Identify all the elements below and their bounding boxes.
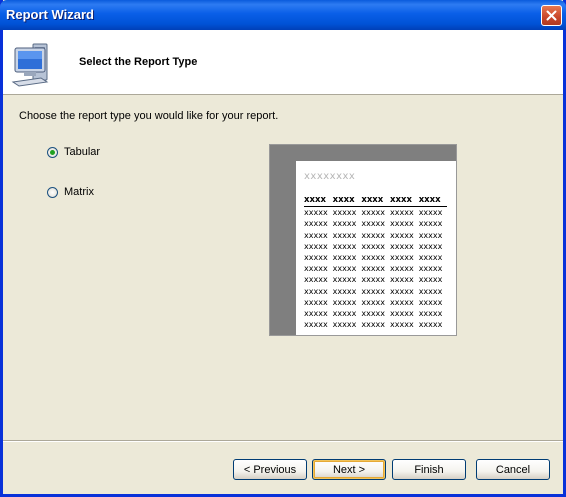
- preview-cell: xxxxx: [418, 241, 443, 251]
- preview-row: xxxxx xxxxx xxxxx xxxxx xxxxx: [304, 218, 447, 229]
- report-preview: xxxxxxxx xxxx xxxx xxxx xxxx xxxx xxxxx x…: [269, 144, 457, 336]
- radio-tabular[interactable]: Tabular: [47, 146, 100, 158]
- preview-cell: xxxxx: [418, 219, 443, 229]
- window-title: Report Wizard: [6, 7, 94, 22]
- preview-cell: xxxxx: [390, 241, 414, 251]
- preview-cell: xxxxx: [332, 309, 357, 319]
- preview-cell: xxxxx: [361, 320, 386, 330]
- preview-title: xxxxxxxx: [304, 171, 356, 182]
- preview-header-cell: xxxx: [332, 195, 362, 208]
- radio-label-tabular: Tabular: [64, 146, 101, 158]
- preview-cell: xxxxx: [390, 219, 414, 229]
- radio-button-matrix[interactable]: [47, 186, 58, 198]
- preview-cell: xxxxx: [390, 208, 414, 218]
- radio-matrix[interactable]: Matrix: [47, 186, 94, 198]
- preview-cell: xxxxx: [304, 286, 328, 296]
- preview-cell: xxxxx: [332, 253, 357, 263]
- preview-cell: xxxxx: [418, 264, 443, 274]
- preview-cell: xxxxx: [304, 253, 328, 263]
- radio-label-matrix: Matrix: [64, 186, 94, 198]
- preview-row: xxxxx xxxxx xxxxx xxxxx xxxxx: [304, 274, 447, 285]
- preview-cell: xxxxx: [390, 320, 414, 330]
- computer-monitor-icon: [11, 43, 49, 87]
- preview-row: xxxxx xxxxx xxxxx xxxxx xxxxx: [304, 230, 447, 241]
- preview-cell: xxxxx: [361, 309, 386, 319]
- preview-cell: xxxxx: [361, 230, 386, 240]
- preview-cell: xxxxx: [390, 275, 414, 285]
- preview-cell: xxxxx: [390, 230, 414, 240]
- preview-row: xxxxx xxxxx xxxxx xxxxx xxxxx: [304, 241, 447, 252]
- preview-header-cell: xxxx: [390, 195, 419, 208]
- preview-page: xxxxxxxx xxxx xxxx xxxx xxxx xxxx xxxxx x…: [296, 161, 456, 335]
- preview-cell: xxxxx: [332, 241, 357, 251]
- preview-cell: xxxxx: [418, 297, 443, 307]
- next-button[interactable]: Next >: [312, 459, 386, 480]
- preview-cell: xxxxx: [418, 230, 443, 240]
- preview-cell: xxxxx: [361, 208, 386, 218]
- preview-cell: xxxxx: [390, 286, 414, 296]
- preview-cell: xxxxx: [304, 241, 328, 251]
- preview-cell: xxxxx: [304, 297, 328, 307]
- preview-row: xxxxx xxxxx xxxxx xxxxx xxxxx: [304, 263, 447, 274]
- preview-cell: xxxxx: [361, 275, 386, 285]
- preview-cell: xxxxx: [361, 286, 386, 296]
- preview-cell: xxxxx: [418, 286, 443, 296]
- preview-cell: xxxxx: [390, 297, 414, 307]
- preview-cell: xxxxx: [332, 297, 357, 307]
- preview-cell: xxxxx: [361, 219, 386, 229]
- preview-row: xxxxx xxxxx xxxxx xxxxx xxxxx: [304, 286, 447, 297]
- preview-header-cell: xxxx: [361, 195, 391, 208]
- preview-header-cell: xxxx: [304, 195, 333, 208]
- title-bar[interactable]: Report Wizard: [0, 0, 566, 30]
- preview-cell: xxxxx: [418, 253, 443, 263]
- preview-cell: xxxxx: [418, 208, 443, 218]
- preview-cell: xxxxx: [332, 208, 357, 218]
- preview-cell: xxxxx: [390, 309, 414, 319]
- preview-cell: xxxxx: [304, 208, 328, 218]
- footer-separator: [3, 440, 563, 442]
- preview-cell: xxxxx: [418, 275, 443, 285]
- preview-row: xxxxx xxxxx xxxxx xxxxx xxxxx: [304, 297, 447, 308]
- close-icon: [546, 10, 557, 21]
- radio-button-tabular[interactable]: [47, 146, 58, 158]
- preview-cell: xxxxx: [361, 241, 386, 251]
- preview-cell: xxxxx: [332, 219, 357, 229]
- preview-row: xxxxx xxxxx xxxxx xxxxx xxxxx: [304, 319, 447, 330]
- preview-cell: xxxxx: [418, 309, 443, 319]
- preview-cell: xxxxx: [332, 286, 357, 296]
- previous-button[interactable]: < Previous: [233, 459, 307, 480]
- preview-cell: xxxxx: [304, 309, 328, 319]
- preview-cell: xxxxx: [304, 264, 328, 274]
- preview-cell: xxxxx: [304, 219, 328, 229]
- preview-cell: xxxxx: [361, 253, 386, 263]
- report-wizard-window: Report Wizard Select the Report Type Cho…: [0, 0, 566, 497]
- preview-cell: xxxxx: [304, 320, 328, 330]
- preview-table: xxxx xxxx xxxx xxxx xxxx xxxxx xxxxx xxxxx…: [304, 195, 448, 330]
- preview-cell: xxxxx: [332, 320, 357, 330]
- preview-cell: xxxxx: [332, 230, 357, 240]
- preview-header-cell: xxxx: [418, 195, 448, 208]
- wizard-header: Select the Report Type: [3, 30, 563, 95]
- preview-cell: xxxxx: [418, 320, 443, 330]
- cancel-button[interactable]: Cancel: [476, 459, 550, 480]
- page-title: Select the Report Type: [79, 56, 198, 68]
- finish-button[interactable]: Finish: [392, 459, 466, 480]
- preview-cell: xxxxx: [361, 264, 386, 274]
- preview-cell: xxxxx: [332, 275, 357, 285]
- preview-cell: xxxxx: [361, 297, 386, 307]
- instruction-text: Choose the report type you would like fo…: [19, 110, 279, 122]
- preview-cell: xxxxx: [390, 264, 414, 274]
- preview-row: xxxxx xxxxx xxxxx xxxxx xxxxx: [304, 207, 447, 219]
- preview-cell: xxxxx: [390, 253, 414, 263]
- preview-row: xxxxx xxxxx xxxxx xxxxx xxxxx: [304, 308, 447, 319]
- preview-header-row: xxxx xxxx xxxx xxxx xxxx: [304, 195, 448, 208]
- close-button[interactable]: [541, 5, 562, 26]
- preview-row: xxxxx xxxxx xxxxx xxxxx xxxxx: [304, 252, 447, 263]
- preview-cell: xxxxx: [332, 264, 357, 274]
- preview-cell: xxxxx: [304, 230, 328, 240]
- preview-cell: xxxxx: [304, 275, 328, 285]
